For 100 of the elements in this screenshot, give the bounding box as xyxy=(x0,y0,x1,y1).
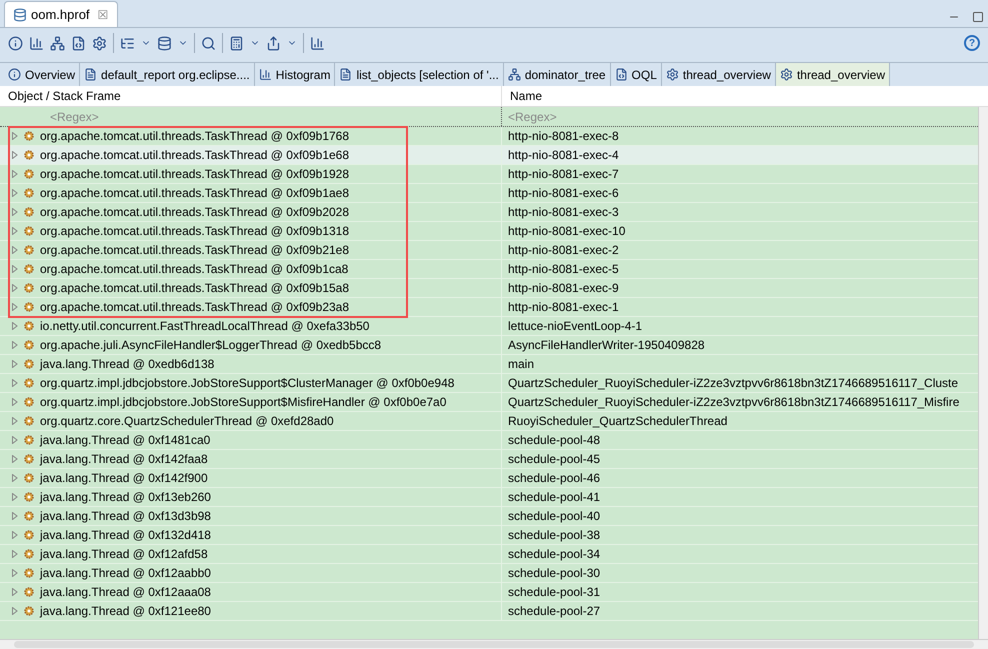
editor-tab-title: oom.hprof xyxy=(31,6,90,24)
expand-arrow-icon[interactable] xyxy=(12,455,18,463)
column-header[interactable]: Name xyxy=(502,86,988,106)
object-cell-text: java.lang.Thread @ 0xf12afd58 xyxy=(40,546,208,563)
toolbar-icon[interactable] xyxy=(71,36,86,50)
table-row[interactable]: java.lang.Thread @ 0xf13eb260 schedule-pool-41 xyxy=(0,488,978,507)
toolbar-icon[interactable] xyxy=(201,36,216,50)
help-button[interactable]: ? xyxy=(964,35,980,51)
expand-arrow-icon[interactable] xyxy=(12,265,18,273)
gear-icon xyxy=(23,415,35,427)
toolbar-icon[interactable] xyxy=(92,36,107,50)
object-cell-text: org.apache.tomcat.util.threads.TaskThread @ 0xf09b23a8 xyxy=(40,299,350,316)
table-row[interactable]: org.apache.tomcat.util.threads.TaskThread @ 0xf09b1ca8 http-nio-8081-exec-5 xyxy=(0,260,978,279)
table-row[interactable]: org.apache.tomcat.util.threads.TaskThread @ 0xf09b23a8 http-nio-8081-exec-1 xyxy=(0,298,978,317)
name-cell-text: http-nio-8081-exec-5 xyxy=(507,261,620,278)
table-row[interactable]: org.apache.tomcat.util.threads.TaskThread @ 0xf09b1318 http-nio-8081-exec-10 xyxy=(0,222,978,241)
report-tab[interactable]: OQL xyxy=(610,63,662,86)
expand-arrow-icon[interactable] xyxy=(12,208,18,216)
table-row[interactable]: java.lang.Thread @ 0xf121ee80 schedule-pool-27 xyxy=(0,602,978,621)
gear-icon xyxy=(23,434,35,446)
toolbar-icon[interactable] xyxy=(120,36,135,50)
expand-arrow-icon[interactable] xyxy=(12,493,18,501)
table-row[interactable]: java.lang.Thread @ 0xf132d418 schedule-pool-38 xyxy=(0,526,978,545)
gear-icon xyxy=(23,377,35,389)
expand-arrow-icon[interactable] xyxy=(12,227,18,235)
table-row[interactable]: org.apache.tomcat.util.threads.TaskThread @ 0xf09b21e8 http-nio-8081-exec-2 xyxy=(0,241,978,260)
object-cell-text: org.quartz.impl.jdbcjobstore.JobStoreSupport$ClusterManager @ 0xf0b0e948 xyxy=(40,375,454,392)
name-cell-text: schedule-pool-45 xyxy=(507,451,602,468)
table-row[interactable]: org.apache.juli.AsyncFileHandler$LoggerThread @ 0xedb5bcc8 AsyncFileHandlerWriter-1950409828 xyxy=(0,336,978,355)
horizontal-scrollbar[interactable] xyxy=(0,639,988,649)
expand-arrow-icon[interactable] xyxy=(12,588,18,596)
name-cell-text: lettuce-nioEventLoop-4-1 xyxy=(507,318,644,335)
table-row[interactable]: org.apache.tomcat.util.threads.TaskThread @ 0xf09b2028 http-nio-8081-exec-3 xyxy=(0,203,978,222)
tab-icon xyxy=(258,68,272,81)
table-row[interactable]: org.quartz.core.QuartzSchedulerThread @ 0xefd28ad0 RuoyiScheduler_QuartzSchedulerThread xyxy=(0,412,978,431)
table-row[interactable]: java.lang.Thread @ 0xf12afd58 schedule-pool-34 xyxy=(0,545,978,564)
toolbar-icon[interactable] xyxy=(229,36,244,50)
gear-icon xyxy=(23,206,35,218)
table-row[interactable]: org.quartz.impl.jdbcjobstore.JobStoreSupport$ClusterManager @ 0xf0b0e948 QuartzScheduler_RuoyiScheduler-iZ2ze3vztpvv6r8618bn3tZ1746689516117_Cluste xyxy=(0,374,978,393)
gear-icon xyxy=(23,396,35,408)
object-cell-text: org.quartz.impl.jdbcjobstore.JobStoreSupport$MisfireHandler @ 0xf0b0e7a0 xyxy=(40,394,446,411)
table-row[interactable]: java.lang.Thread @ 0xf12aaa08 schedule-pool-31 xyxy=(0,583,978,602)
expand-arrow-icon[interactable] xyxy=(12,531,18,539)
table-row[interactable]: org.apache.tomcat.util.threads.TaskThread @ 0xf09b1e68 http-nio-8081-exec-4 xyxy=(0,146,978,165)
expand-arrow-icon[interactable] xyxy=(12,246,18,254)
table-row[interactable]: org.apache.tomcat.util.threads.TaskThread @ 0xf09b15a8 http-nio-8081-exec-9 xyxy=(0,279,978,298)
expand-arrow-icon[interactable] xyxy=(12,379,18,387)
expand-arrow-icon[interactable] xyxy=(12,417,18,425)
vertical-scrollbar[interactable] xyxy=(978,107,988,639)
object-cell-text: java.lang.Thread @ 0xf13d3b98 xyxy=(40,508,211,525)
table-row[interactable]: java.lang.Thread @ 0xf1481ca0 schedule-pool-48 xyxy=(0,431,978,450)
table-row[interactable]: java.lang.Thread @ 0xf142f900 schedule-pool-46 xyxy=(0,469,978,488)
gear-icon xyxy=(23,358,35,370)
toolbar-icon[interactable] xyxy=(8,36,23,50)
column-header[interactable]: Object / Stack Frame xyxy=(0,86,502,106)
expand-arrow-icon[interactable] xyxy=(12,189,18,197)
gear-icon xyxy=(23,225,35,237)
name-cell-text: http-nio-8081-exec-4 xyxy=(507,147,620,164)
expand-arrow-icon[interactable] xyxy=(12,170,18,178)
table-row[interactable]: java.lang.Thread @ 0xf142faa8 schedule-pool-45 xyxy=(0,450,978,469)
maximize-icon[interactable] xyxy=(972,11,984,23)
expand-arrow-icon[interactable] xyxy=(12,132,18,140)
report-tab[interactable]: thread_overview xyxy=(776,63,890,86)
toolbar-icon[interactable] xyxy=(310,36,325,50)
expand-arrow-icon[interactable] xyxy=(12,151,18,159)
gear-icon xyxy=(23,320,35,332)
object-cell-text: org.apache.juli.AsyncFileHandler$LoggerThread @ 0xedb5bcc8 xyxy=(40,337,382,354)
expand-arrow-icon[interactable] xyxy=(12,607,18,615)
object-cell-text: org.apache.tomcat.util.threads.TaskThread @ 0xf09b1ae8 xyxy=(40,185,350,202)
table-row[interactable]: org.apache.tomcat.util.threads.TaskThread @ 0xf09b1928 http-nio-8081-exec-7 xyxy=(0,165,978,184)
expand-arrow-icon[interactable] xyxy=(12,550,18,558)
expand-arrow-icon[interactable] xyxy=(12,512,18,520)
table-row[interactable]: io.netty.util.concurrent.FastThreadLocalThread @ 0xefa33b50 lettuce-nioEventLoop-4-1 xyxy=(0,317,978,336)
object-cell-text: org.quartz.core.QuartzSchedulerThread @ 0xefd28ad0 xyxy=(40,413,334,430)
expand-arrow-icon[interactable] xyxy=(12,303,18,311)
tab-icon xyxy=(339,68,352,81)
table-row[interactable]: java.lang.Thread @ 0xedb6d138 main xyxy=(0,355,978,374)
expand-arrow-icon[interactable] xyxy=(12,341,18,349)
toolbar-icon[interactable] xyxy=(50,36,65,50)
expand-arrow-icon[interactable] xyxy=(12,569,18,577)
table-row[interactable]: java.lang.Thread @ 0xf13d3b98 schedule-pool-40 xyxy=(0,507,978,526)
close-button[interactable]: ☒ xyxy=(98,6,109,24)
toolbar-icon[interactable] xyxy=(157,36,172,50)
gear-icon xyxy=(23,301,35,313)
expand-arrow-icon[interactable] xyxy=(12,436,18,444)
expand-arrow-icon[interactable] xyxy=(12,360,18,368)
name-cell-text: http-nio-8081-exec-2 xyxy=(507,242,620,259)
expand-arrow-icon[interactable] xyxy=(12,474,18,482)
object-cell-text: java.lang.Thread @ 0xf142f900 xyxy=(40,470,208,487)
table-row[interactable]: java.lang.Thread @ 0xf12aabb0 schedule-pool-30 xyxy=(0,564,978,583)
table-row[interactable]: org.quartz.impl.jdbcjobstore.JobStoreSupport$MisfireHandler @ 0xf0b0e7a0 QuartzScheduler_RuoyiScheduler-iZ2ze3vztpvv6r8618bn3tZ1746689516117_Misfire xyxy=(0,393,978,412)
expand-arrow-icon[interactable] xyxy=(12,322,18,330)
editor-tab[interactable]: oom.hprof ☒ xyxy=(4,1,118,27)
name-cell-text: schedule-pool-27 xyxy=(507,603,602,620)
expand-arrow-icon[interactable] xyxy=(12,284,18,292)
gear-icon xyxy=(23,491,35,503)
table-row[interactable]: org.apache.tomcat.util.threads.TaskThread @ 0xf09b1ae8 http-nio-8081-exec-6 xyxy=(0,184,978,203)
toolbar-icon[interactable] xyxy=(29,36,44,50)
toolbar-icon[interactable] xyxy=(266,36,281,50)
expand-arrow-icon[interactable] xyxy=(12,398,18,406)
